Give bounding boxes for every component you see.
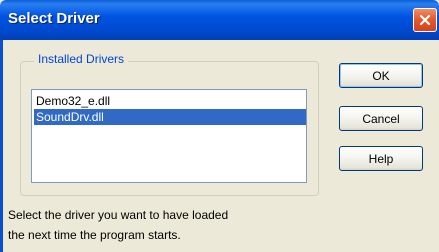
ok-button[interactable]: OK xyxy=(339,63,423,88)
description-text: Select the driver you want to have loade… xyxy=(8,208,229,222)
cancel-button[interactable]: Cancel xyxy=(339,106,423,131)
drivers-listbox[interactable]: Demo32_e.dll SoundDrv.dll xyxy=(31,89,307,183)
window-title: Select Driver xyxy=(8,10,100,27)
title-bar[interactable]: Select Driver xyxy=(0,0,439,40)
select-driver-dialog: Select Driver Installed Drivers Demo32_e… xyxy=(0,0,439,252)
list-item-selected[interactable]: SoundDrv.dll xyxy=(34,109,306,125)
description-text: the next time the program starts. xyxy=(8,228,181,242)
group-label: Installed Drivers xyxy=(34,51,129,67)
list-item[interactable]: Demo32_e.dll xyxy=(34,93,306,109)
help-button[interactable]: Help xyxy=(339,146,423,171)
close-icon xyxy=(419,14,431,26)
close-button[interactable] xyxy=(413,8,437,32)
